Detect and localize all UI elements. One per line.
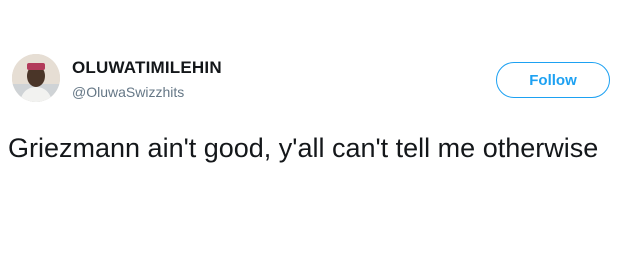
- tweet-text: Griezmann ain't good, y'all can't tell m…: [8, 133, 599, 163]
- tweet-card: OLUWATIMILEHIN @OluwaSwizzhits Follow Gr…: [0, 0, 620, 272]
- follow-button[interactable]: Follow: [496, 62, 610, 98]
- user-avatar-icon: [12, 54, 60, 102]
- user-handle[interactable]: @OluwaSwizzhits: [72, 84, 184, 100]
- avatar[interactable]: [12, 54, 60, 102]
- display-name[interactable]: OLUWATIMILEHIN: [72, 58, 222, 78]
